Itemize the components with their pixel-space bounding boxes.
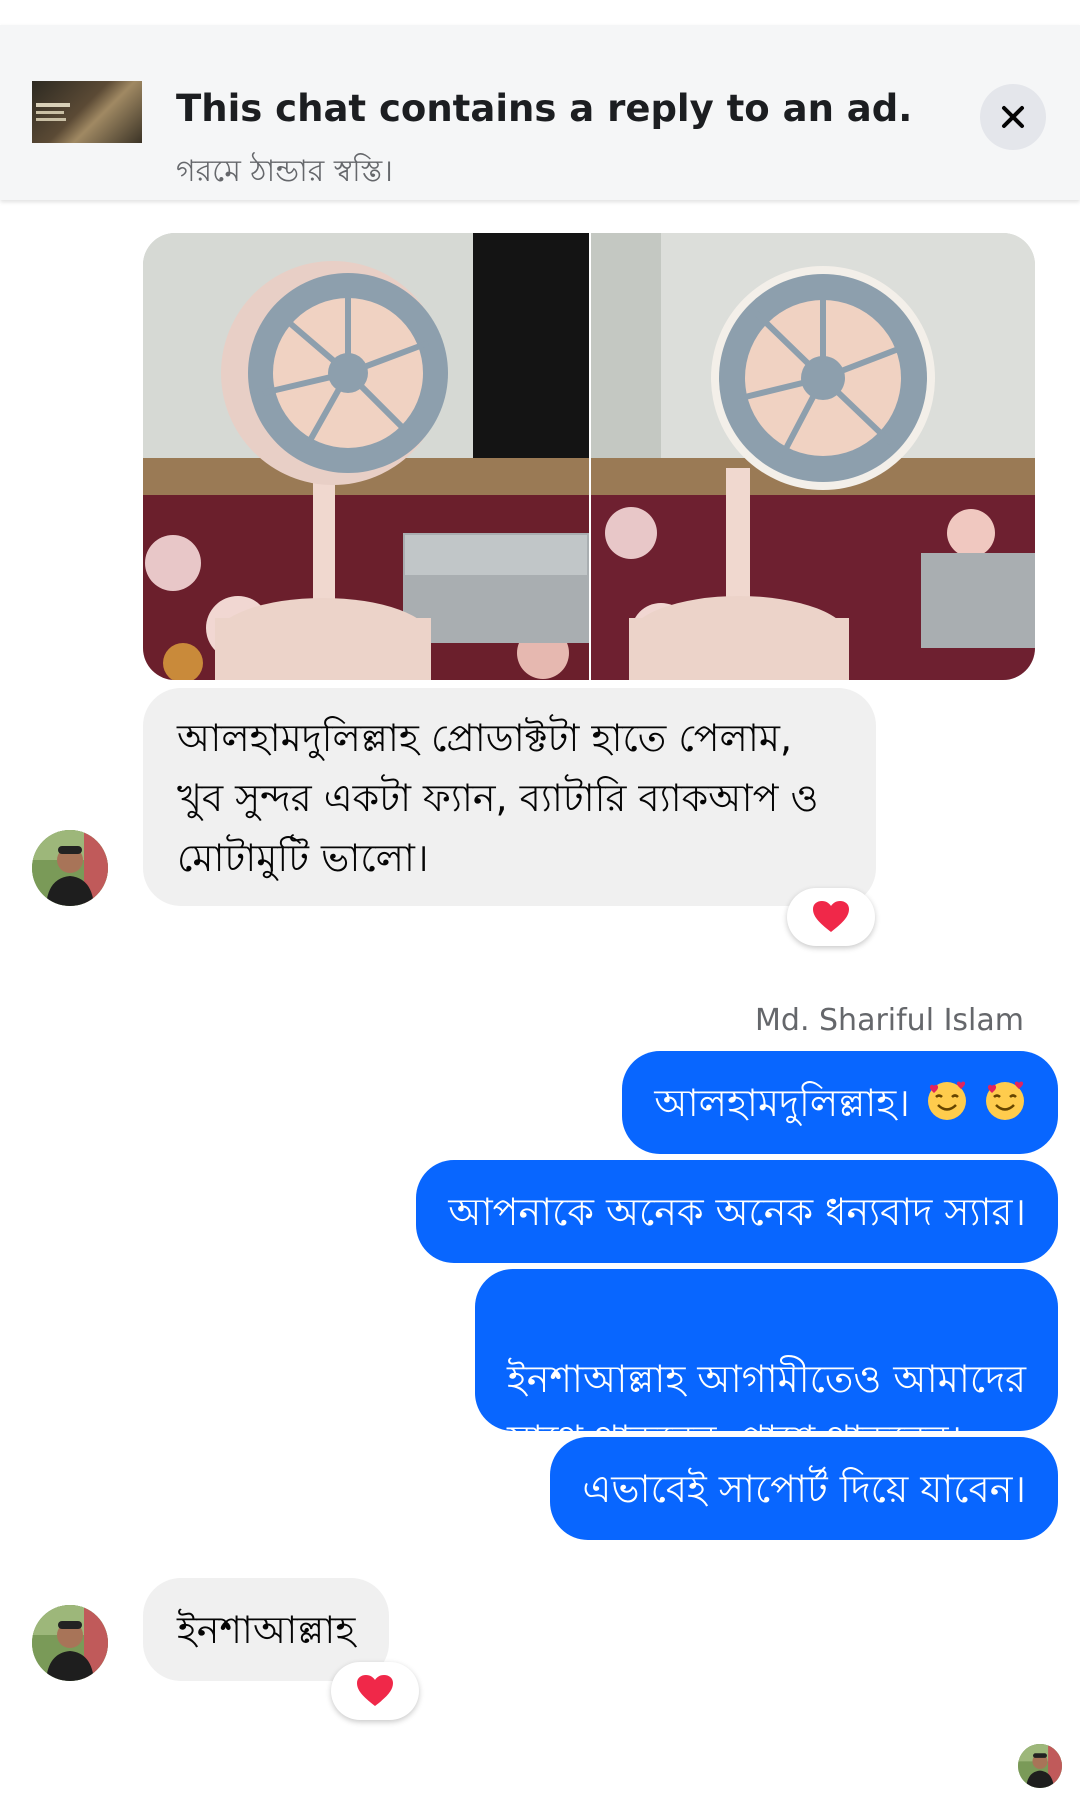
outgoing-message-text: আপনাকে অনেক অনেক ধন্যবাদ স্যার। <box>448 1190 1026 1234</box>
outgoing-message-text: এভাবেই সাপোর্ট দিয়ে যাবেন। <box>582 1467 1026 1511</box>
outgoing-message-bubble[interactable]: আলহামদুলিল্লাহ। <box>622 1051 1058 1154</box>
incoming-message-text: আলহামদুলিল্লাহ প্রোডাক্টটা হাতে পেলাম, খ… <box>177 716 819 880</box>
smiling-face-with-hearts-icon <box>927 1081 966 1120</box>
contact-avatar[interactable] <box>32 830 108 906</box>
ad-reply-banner[interactable]: This chat contains a reply to an ad. গরম… <box>0 25 1080 200</box>
heart-icon <box>813 901 849 932</box>
outgoing-message-bubble[interactable]: আপনাকে অনেক অনেক ধন্যবাদ স্যার। <box>416 1160 1058 1263</box>
outgoing-message-text: আলহামদুলিল্লাহ। <box>654 1081 910 1125</box>
fan-photo-1[interactable] <box>143 233 589 680</box>
sender-name: Md. Shariful Islam <box>755 1003 1024 1038</box>
smiling-face-with-hearts-icon <box>986 1081 1024 1120</box>
outgoing-message-bubble[interactable]: এভাবেই সাপোর্ট দিয়ে যাবেন। <box>550 1437 1058 1540</box>
close-icon <box>1002 106 1024 128</box>
outgoing-message-bubble[interactable]: ইনশাআল্লাহ আগামীতেও আমাদের সাথে থাকবেন, … <box>475 1269 1058 1461</box>
fan-photo-2[interactable] <box>591 233 1035 680</box>
close-banner-button[interactable] <box>980 84 1046 150</box>
photo-attachments <box>143 233 1035 680</box>
heart-icon <box>357 1675 393 1706</box>
ad-banner-subtitle: গরমে ঠান্ডার স্বস্তি। <box>176 154 393 189</box>
ad-banner-title: This chat contains a reply to an ad. <box>176 87 913 130</box>
contact-avatar[interactable] <box>32 1605 108 1681</box>
message-reaction[interactable] <box>787 888 875 946</box>
ad-thumbnail[interactable] <box>32 81 142 143</box>
read-receipt-avatar <box>1018 1744 1062 1788</box>
incoming-message-bubble[interactable]: আলহামদুলিল্লাহ প্রোডাক্টটা হাতে পেলাম, খ… <box>143 688 876 906</box>
message-reaction[interactable] <box>331 1662 419 1720</box>
incoming-message-text: ইনশাআল্লাহ <box>177 1608 356 1652</box>
